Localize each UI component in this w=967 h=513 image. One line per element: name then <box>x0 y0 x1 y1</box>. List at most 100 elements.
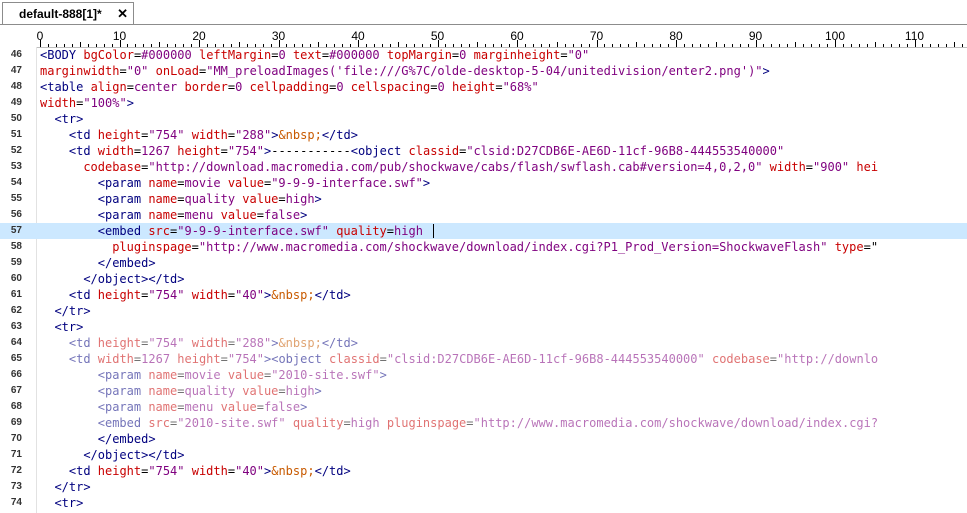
ruler-label: 90 <box>748 29 763 43</box>
code-text: <tr> <box>54 111 83 127</box>
code-token: menu <box>184 208 214 222</box>
code-line[interactable]: 51 <td height="754" width="288">&nbsp;</t… <box>0 127 967 143</box>
code-token: value <box>220 400 257 414</box>
code-line[interactable]: 69 <embed src="2010-site.swf" quality=hig… <box>0 415 967 431</box>
ruler-label: 110 <box>904 29 925 43</box>
code-token: = <box>227 288 236 302</box>
code-line[interactable]: 71 </object></td> <box>0 447 967 463</box>
code-token: </object></td> <box>83 272 185 286</box>
ruler-label: 40 <box>351 29 365 43</box>
code-line[interactable]: 70 </embed> <box>0 431 967 447</box>
close-icon[interactable]: ✕ <box>117 6 128 22</box>
code-token: <td <box>68 128 98 142</box>
code-token: height <box>451 80 496 94</box>
code-line[interactable]: 60 </object></td> <box>0 271 967 287</box>
code-token: "http://downlo <box>777 352 879 366</box>
code-token: &nbsp; <box>271 464 315 478</box>
code-token: type <box>834 240 864 254</box>
ruler-label: 10 <box>112 29 127 43</box>
line-number: 60 <box>10 273 22 284</box>
code-line[interactable]: 49 width="100%"> <box>0 95 967 111</box>
code-token: src <box>148 416 171 430</box>
code-line[interactable]: 52 <td width=1267 height="754">----------… <box>0 143 967 159</box>
code-token: "http://www.macromedia.com/shockwave/dow… <box>473 416 879 430</box>
code-text: <td width=1267 height="754">-----------<… <box>69 143 784 159</box>
code-line[interactable]: 56 <param name=menu value=false> <box>0 207 967 223</box>
code-line[interactable]: 55 <param name=quality value=high> <box>0 191 967 207</box>
code-line[interactable]: 59 </embed> <box>0 255 967 271</box>
code-token: width <box>191 128 228 142</box>
code-token: value <box>242 384 279 398</box>
tab-document[interactable]: default-888[1]* ✕ <box>2 2 134 24</box>
code-token: marginwidth <box>40 64 120 78</box>
code-line[interactable]: 62 </tr> <box>0 303 967 319</box>
code-line[interactable]: 46 <BODY bgColor=#000000 leftMargin=0 tex… <box>0 47 967 63</box>
code-token: "754" <box>148 336 185 350</box>
code-token: height <box>97 336 142 350</box>
code-token: <param <box>97 400 149 414</box>
code-text: <param name=menu value=false> <box>98 399 308 415</box>
code-token: = <box>220 144 228 158</box>
code-line[interactable]: 61 <td height="754" width="40">&nbsp;</td… <box>0 287 967 303</box>
code-line[interactable]: 73 </tr> <box>0 479 967 495</box>
code-token: = <box>119 64 127 78</box>
code-token: > <box>379 368 387 382</box>
code-line[interactable]: 68 <param name=menu value=false> <box>0 399 967 415</box>
line-number: 58 <box>10 241 22 252</box>
code-token: = <box>430 80 438 94</box>
code-token: name <box>148 400 178 414</box>
code-line[interactable]: 58 pluginspage="http://www.macromedia.com… <box>0 239 967 255</box>
code-token: 0 <box>437 80 445 94</box>
code-token: value <box>220 208 257 222</box>
code-token: = <box>769 352 777 366</box>
code-line[interactable]: 72 <td height="754" width="40">&nbsp;</td… <box>0 463 967 479</box>
code-line[interactable]: 74 <tr> <box>0 495 967 511</box>
code-token: = <box>191 240 199 254</box>
code-token: <param <box>97 192 149 206</box>
code-line[interactable]: 47 marginwidth="0" onLoad="MM_preloadImag… <box>0 63 967 79</box>
code-text: <param name=menu value=false> <box>98 207 308 223</box>
code-token: value <box>227 176 264 190</box>
code-token: = <box>227 336 236 350</box>
code-token: "http://download.macromedia.com/pub/shoc… <box>148 160 763 174</box>
code-text: <param name=movie value="9-9-9-interface… <box>98 175 430 191</box>
code-text: </tr> <box>54 479 90 495</box>
code-token: "9-9-9-interface.swf" <box>177 224 329 238</box>
code-token: <td <box>68 352 98 366</box>
code-token: </td> <box>321 128 358 142</box>
code-token: pluginspage <box>112 240 192 254</box>
code-token: menu <box>184 400 214 414</box>
code-line[interactable]: 54 <param name=movie value="9-9-9-interfa… <box>0 175 967 191</box>
code-text: <td height="754" width="288">&nbsp;</td> <box>69 127 358 143</box>
ruler-label: 80 <box>669 29 683 43</box>
code-token: high <box>350 416 380 430</box>
code-token: ><object <box>264 352 330 366</box>
code-token: text <box>292 48 322 62</box>
code-token: high <box>285 384 315 398</box>
tab-title: default-888[1]* <box>19 6 102 21</box>
code-line[interactable]: 53 codebase = "http://download.macromedia.c… <box>0 159 967 175</box>
code-line[interactable]: 63 <tr> <box>0 319 967 335</box>
code-line[interactable]: 57 <embed src = "9-9-9-interface.swf" quali… <box>0 223 967 239</box>
code-line[interactable]: 64 <td height="754" width="288">&nbsp;</t… <box>0 335 967 351</box>
code-line[interactable]: 48 <table align=center border=0 cellpaddi… <box>0 79 967 95</box>
code-token: height <box>97 464 142 478</box>
code-line[interactable]: 66 <param name=movie value="2010-site.swf… <box>0 367 967 383</box>
code-token: quality <box>184 192 236 206</box>
code-token: = <box>278 192 286 206</box>
code-text: <tr> <box>54 319 83 335</box>
line-number: 70 <box>10 433 22 444</box>
code-token: = <box>466 416 474 430</box>
code-line[interactable]: 67 <param name=quality value=high> <box>0 383 967 399</box>
code-line[interactable]: 65 <td width=1267 height="754"><object cl… <box>0 351 967 367</box>
code-line[interactable]: 50 <tr> <box>0 111 967 127</box>
line-number: 63 <box>10 321 22 332</box>
column-ruler: 0 10 20 30 40 50 60 70 80 90 100 110 <box>0 25 967 48</box>
line-number: 66 <box>10 369 22 380</box>
